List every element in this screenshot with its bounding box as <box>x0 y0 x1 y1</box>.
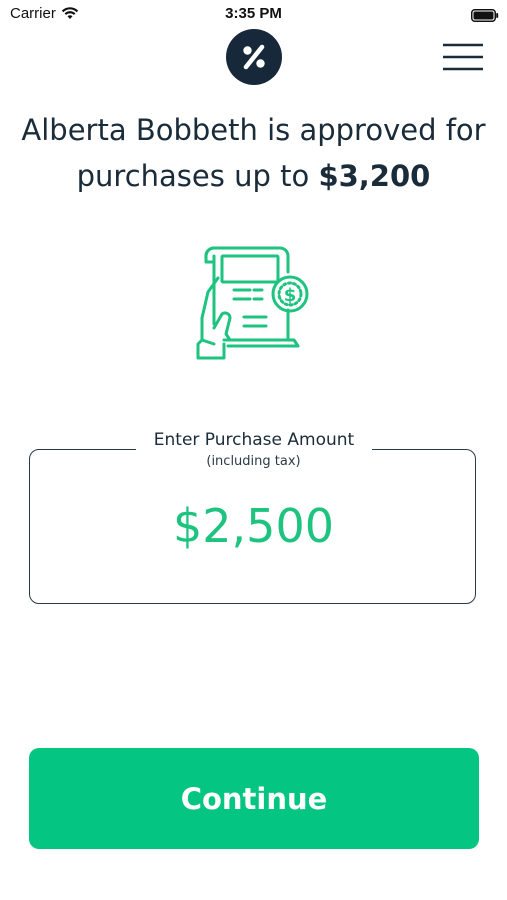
purchase-amount-input[interactable] <box>30 498 477 554</box>
continue-button[interactable]: Continue <box>29 748 479 849</box>
receipt-hand-dollar-icon: $ <box>194 244 312 364</box>
purchase-amount-sublabel: (including tax) <box>206 454 301 469</box>
hamburger-menu-icon[interactable] <box>441 42 485 72</box>
approval-limit: $3,200 <box>318 159 431 193</box>
approval-line-2-prefix: purchases up to <box>76 159 319 193</box>
clock: 3:35 PM <box>225 5 282 22</box>
battery-icon <box>471 7 499 26</box>
approval-line-1: Alberta Bobbeth is approved for <box>21 113 486 147</box>
approval-headline: Alberta Bobbeth is approved for purchase… <box>0 107 507 199</box>
percent-logo-icon <box>226 29 282 85</box>
status-bar: Carrier 3:35 PM <box>0 0 507 28</box>
approval-line-2: purchases up to $3,200 <box>0 153 507 199</box>
svg-text:$: $ <box>284 285 297 306</box>
purchase-amount-label: Enter Purchase Amount <box>136 428 372 452</box>
